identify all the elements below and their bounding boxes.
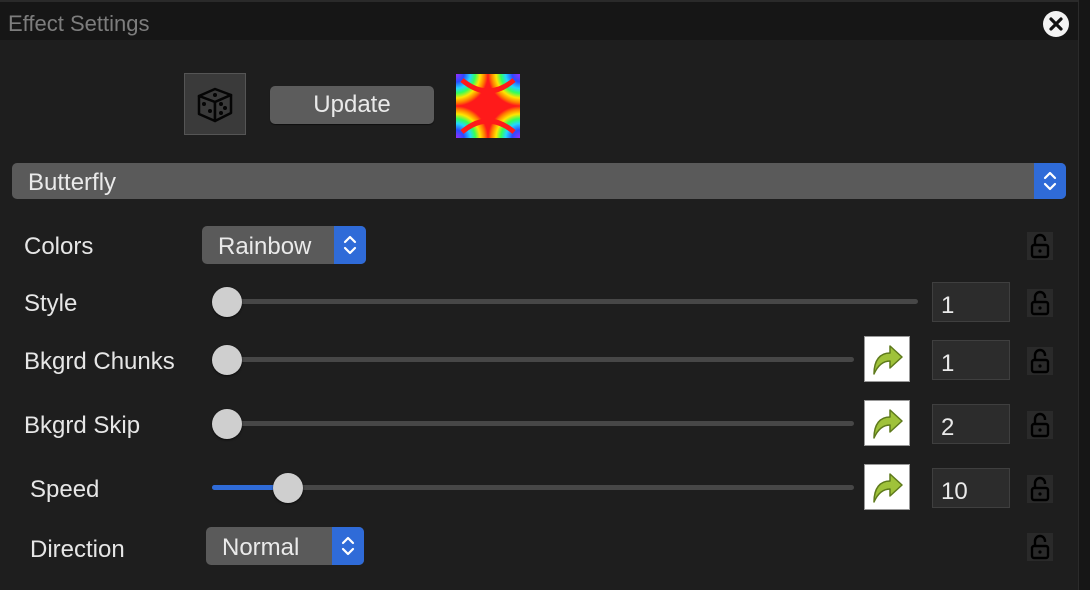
style-slider-track[interactable] <box>212 299 918 304</box>
bkgrd-skip-lock-icon[interactable] <box>1026 410 1054 440</box>
speed-reset-button[interactable] <box>864 464 910 510</box>
speed-label: Speed <box>30 476 100 503</box>
bkgrd-chunks-value-field[interactable]: 1 <box>932 340 1010 380</box>
style-slider-knob[interactable] <box>212 287 242 317</box>
direction-lock-icon[interactable] <box>1026 532 1054 562</box>
randomize-button[interactable] <box>184 73 246 135</box>
colors-select[interactable]: Rainbow <box>202 226 366 264</box>
speed-lock-icon[interactable] <box>1026 474 1054 504</box>
bkgrd-chunks-slider-track[interactable] <box>212 357 854 362</box>
effect-type-select[interactable]: Butterfly <box>12 163 1066 199</box>
bkgrd-chunks-lock-icon[interactable] <box>1026 346 1054 376</box>
style-value: 1 <box>941 292 955 319</box>
window-title: Effect Settings <box>8 11 150 36</box>
bkgrd-skip-value-field[interactable]: 2 <box>932 404 1010 444</box>
bkgrd-chunks-slider-knob[interactable] <box>212 345 242 375</box>
direction-value: Normal <box>222 534 300 561</box>
window-edge <box>1078 0 1090 590</box>
effect-preview-thumbnail <box>456 74 520 138</box>
speed-value: 10 <box>941 478 968 505</box>
bkgrd-skip-reset-button[interactable] <box>864 400 910 446</box>
effect-type-value: Butterfly <box>28 169 117 196</box>
update-button[interactable]: Update <box>270 86 434 124</box>
chevron-up-down-icon <box>343 235 357 255</box>
effect-type-stepper[interactable] <box>1034 163 1066 199</box>
colors-stepper[interactable] <box>334 226 366 264</box>
colors-lock-icon[interactable] <box>1026 231 1054 261</box>
bkgrd-skip-slider-knob[interactable] <box>212 409 242 439</box>
chevron-up-down-icon <box>1043 171 1057 191</box>
close-button[interactable] <box>1043 11 1069 37</box>
effect-settings-panel <box>0 40 1078 590</box>
style-value-field[interactable]: 1 <box>932 282 1010 322</box>
speed-slider-knob[interactable] <box>273 473 303 503</box>
speed-slider-track[interactable] <box>212 485 854 490</box>
curved-arrow-icon <box>873 409 903 439</box>
bkgrd-skip-label: Bkgrd Skip <box>24 412 141 439</box>
colors-value: Rainbow <box>218 233 312 260</box>
bkgrd-skip-slider-track[interactable] <box>212 421 854 426</box>
close-icon <box>1049 17 1063 31</box>
bkgrd-chunks-label: Bkgrd Chunks <box>24 348 175 375</box>
style-lock-icon[interactable] <box>1026 288 1054 318</box>
chevron-up-down-icon <box>341 536 355 556</box>
direction-label: Direction <box>30 536 125 563</box>
curved-arrow-icon <box>873 473 903 503</box>
title-bar: Effect Settings <box>0 0 1078 42</box>
dice-icon <box>197 87 233 123</box>
colors-label: Colors <box>24 233 94 260</box>
speed-value-field[interactable]: 10 <box>932 468 1010 508</box>
style-label: Style <box>24 290 78 317</box>
bkgrd-chunks-reset-button[interactable] <box>864 336 910 382</box>
direction-stepper[interactable] <box>332 527 364 565</box>
curved-arrow-icon <box>873 345 903 375</box>
bkgrd-skip-value: 2 <box>941 414 955 441</box>
bkgrd-chunks-value: 1 <box>941 350 955 377</box>
direction-select[interactable]: Normal <box>206 527 364 565</box>
